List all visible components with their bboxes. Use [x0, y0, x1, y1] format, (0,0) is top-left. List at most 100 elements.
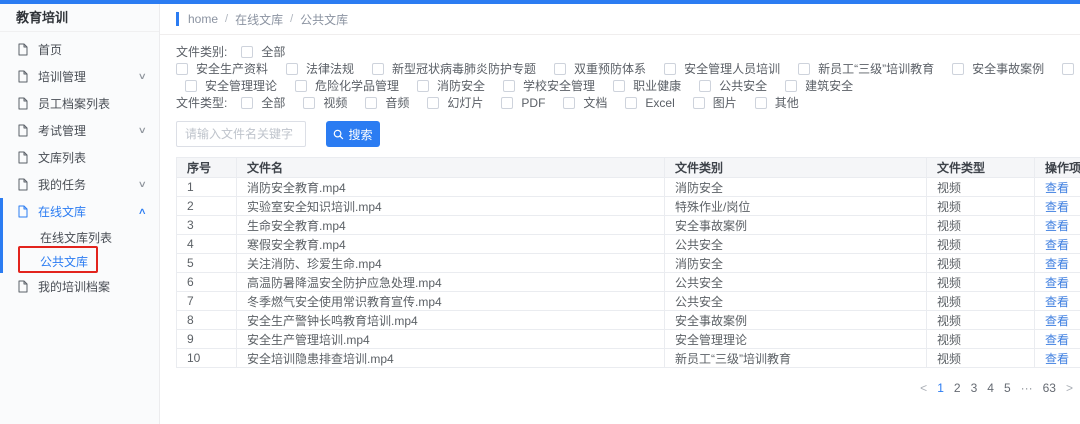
category-checkbox-item[interactable]: 安全生产资料: [176, 60, 268, 77]
category-checkbox-item[interactable]: 职业健康: [613, 77, 681, 94]
view-link[interactable]: 查看: [1045, 219, 1069, 233]
file-type-checkbox-item[interactable]: PDF: [501, 96, 545, 110]
sidebar-item-online-library[interactable]: 在线文库∧: [0, 198, 159, 225]
checkbox-icon[interactable]: [693, 97, 705, 109]
checkbox-icon[interactable]: [365, 97, 377, 109]
checkbox-icon[interactable]: [176, 63, 188, 75]
sidebar-item-my-tasks[interactable]: 我的任务∨: [0, 171, 159, 198]
checkbox-icon[interactable]: [241, 46, 253, 58]
checkbox-icon[interactable]: [286, 63, 298, 75]
view-link[interactable]: 查看: [1045, 314, 1069, 328]
sidebar-item-library-list[interactable]: 文库列表: [0, 144, 159, 171]
search-button[interactable]: 搜索: [326, 121, 380, 147]
file-type-checkbox-item[interactable]: 视频: [303, 94, 347, 111]
view-link[interactable]: 查看: [1045, 257, 1069, 271]
category-checkbox-item[interactable]: 安全事故案例: [952, 60, 1044, 77]
category-checkbox-item[interactable]: 双重预防体系: [554, 60, 646, 77]
category-checkbox-item[interactable]: 消防安全: [417, 77, 485, 94]
checkbox-icon[interactable]: [699, 80, 711, 92]
checkbox-icon[interactable]: [303, 97, 315, 109]
view-link[interactable]: 查看: [1045, 181, 1069, 195]
file-type-checkbox-item[interactable]: 文档: [563, 94, 607, 111]
checkbox-icon[interactable]: [417, 80, 429, 92]
category-checkbox-item[interactable]: 安全管理理论: [185, 77, 277, 94]
view-link[interactable]: 查看: [1045, 333, 1069, 347]
category-checkbox-item[interactable]: 新员工“三级”培训教育: [798, 60, 934, 77]
checkbox-label: 双重预防体系: [574, 60, 646, 77]
view-link[interactable]: 查看: [1045, 352, 1069, 366]
breadcrumb-item[interactable]: 在线文库: [235, 11, 283, 28]
view-link[interactable]: 查看: [1045, 276, 1069, 290]
breadcrumb-item[interactable]: 公共文库: [300, 11, 348, 28]
file-type-checkbox-item[interactable]: 图片: [693, 94, 737, 111]
sidebar-item-employee-archive-list[interactable]: 员工档案列表: [0, 90, 159, 117]
checkbox-icon[interactable]: [185, 80, 197, 92]
checkbox-label: 幻灯片: [447, 94, 483, 111]
checkbox-icon[interactable]: [952, 63, 964, 75]
cell-action: 查看: [1035, 311, 1080, 330]
category-checkbox-item[interactable]: 建筑安全: [785, 77, 853, 94]
sidebar-item-exam-management[interactable]: 考试管理 ∨: [0, 117, 159, 144]
sidebar-item-training-management[interactable]: 培训管理∨: [0, 63, 159, 90]
file-type-checkbox-item[interactable]: 幻灯片: [427, 94, 483, 111]
checkbox-icon[interactable]: [1062, 63, 1074, 75]
pagination-page-63[interactable]: 63: [1043, 381, 1056, 395]
file-type-label: 文件类型:: [176, 94, 227, 111]
sidebar-item-my-training-archive[interactable]: 我的培训档案: [0, 273, 159, 300]
checkbox-icon[interactable]: [613, 80, 625, 92]
sidebar-item-home[interactable]: 首页: [0, 36, 159, 63]
cell-filename: 实验室安全知识培训.mp4: [237, 197, 665, 216]
checkbox-icon[interactable]: [755, 97, 767, 109]
pagination-prev-button[interactable]: <: [920, 381, 927, 395]
sidebar-item-label: 首页: [38, 41, 62, 58]
pagination-page-2[interactable]: 2: [954, 381, 961, 395]
file-type-checkbox-item[interactable]: 音频: [365, 94, 409, 111]
category-checkbox-item[interactable]: 危险化学品管理: [295, 77, 399, 94]
sidebar-item-label: 培训管理: [38, 68, 86, 85]
category-checkbox-item[interactable]: 新型冠状病毒肺炎防护专题: [372, 60, 536, 77]
sidebar-nav: 首页培训管理∨员工档案列表考试管理 ∨ 文库列表我的任务∨在线文库∧在线文库列表公共…: [0, 32, 159, 300]
cell-action: 查看: [1035, 254, 1080, 273]
pagination-page-5[interactable]: 5: [1004, 381, 1011, 395]
checkbox-icon[interactable]: [563, 97, 575, 109]
document-icon: [17, 205, 29, 218]
category-checkbox-item[interactable]: 法律法规: [286, 60, 354, 77]
checkbox-icon[interactable]: [501, 97, 513, 109]
table-column-header: 文件类型: [927, 158, 1035, 178]
category-checkbox-item[interactable]: 特殊作业/岗位: [1062, 60, 1080, 77]
sidebar-item-label: 考试管理: [38, 122, 86, 139]
checkbox-icon[interactable]: [503, 80, 515, 92]
file-type-checkbox-item[interactable]: 全部: [241, 94, 285, 111]
category-all-checkbox-item[interactable]: 全部: [241, 43, 285, 60]
category-checkbox-item[interactable]: 公共安全: [699, 77, 767, 94]
breadcrumb-item[interactable]: home: [188, 12, 218, 26]
checkbox-icon[interactable]: [372, 63, 384, 75]
category-checkbox-item[interactable]: 学校安全管理: [503, 77, 595, 94]
file-category-filter-line: 文件类别: 全部: [176, 43, 1080, 60]
pagination-next-button[interactable]: >: [1066, 381, 1073, 395]
pagination: <12345···63>: [176, 381, 1078, 395]
file-type-checkbox-item[interactable]: 其他: [755, 94, 799, 111]
view-link[interactable]: 查看: [1045, 200, 1069, 214]
sidebar-item-public-library[interactable]: 公共文库: [0, 249, 159, 273]
search-input[interactable]: [176, 121, 306, 147]
checkbox-icon[interactable]: [241, 97, 253, 109]
app-title: 教育培训: [0, 4, 159, 32]
checkbox-icon[interactable]: [798, 63, 810, 75]
view-link[interactable]: 查看: [1045, 295, 1069, 309]
checkbox-icon[interactable]: [295, 80, 307, 92]
sidebar-item-online-library-list[interactable]: 在线文库列表: [0, 225, 159, 249]
chevron-down-icon: ∨: [138, 125, 147, 136]
checkbox-icon[interactable]: [554, 63, 566, 75]
pagination-page-4[interactable]: 4: [987, 381, 994, 395]
checkbox-icon[interactable]: [625, 97, 637, 109]
file-type-checkbox-item[interactable]: Excel: [625, 96, 674, 110]
checkbox-icon[interactable]: [427, 97, 439, 109]
checkbox-icon[interactable]: [785, 80, 797, 92]
checkbox-icon[interactable]: [664, 63, 676, 75]
category-checkbox-item[interactable]: 安全管理人员培训: [664, 60, 780, 77]
pagination-page-1[interactable]: 1: [937, 381, 944, 395]
pagination-page-3[interactable]: 3: [971, 381, 978, 395]
checkbox-label: Excel: [645, 96, 674, 110]
view-link[interactable]: 查看: [1045, 238, 1069, 252]
